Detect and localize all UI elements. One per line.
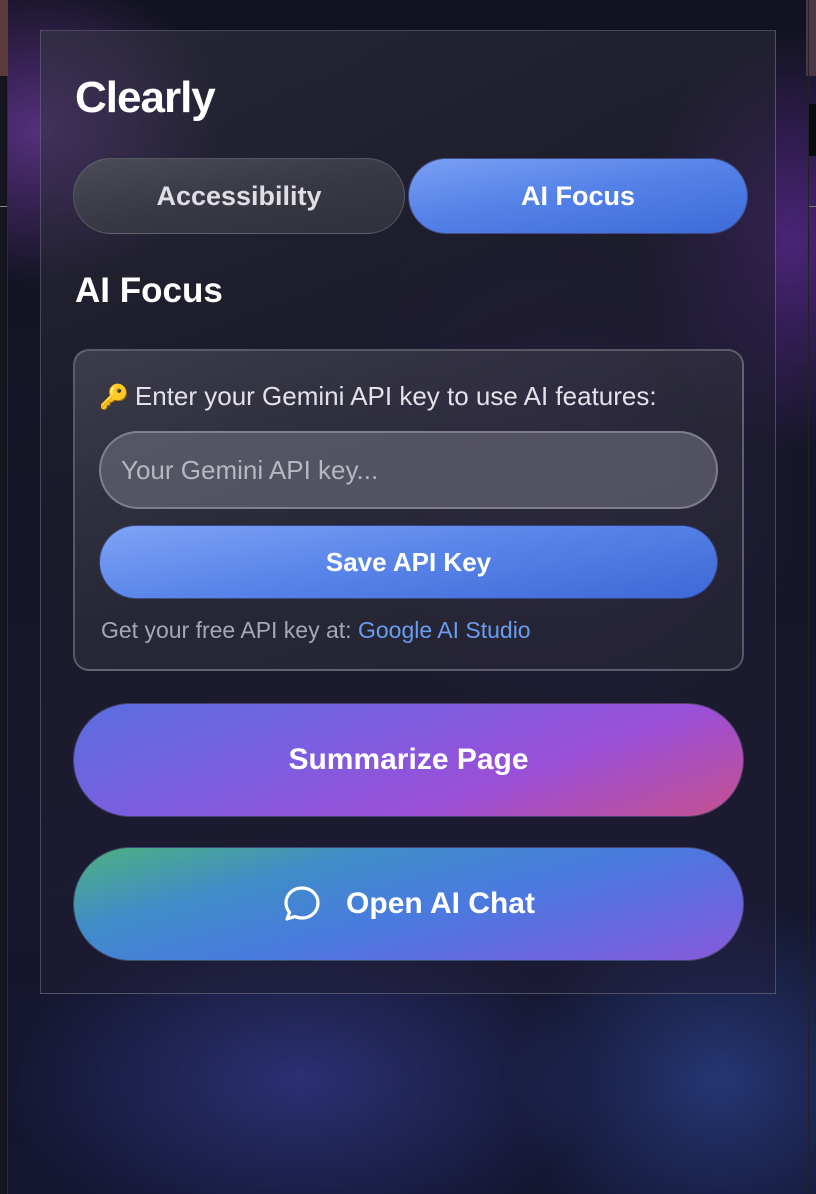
open-ai-chat-label: Open AI Chat — [346, 887, 535, 920]
api-key-prompt: 🔑 Enter your Gemini API key to use AI fea… — [99, 381, 657, 412]
tab-ai-focus[interactable]: AI Focus — [408, 158, 748, 234]
google-ai-studio-link[interactable]: Google AI Studio — [358, 617, 531, 643]
background-window-strip — [0, 0, 8, 76]
open-ai-chat-button[interactable]: Open AI Chat — [73, 847, 744, 961]
extension-popup-panel: Clearly Accessibility AI Focus AI Focus … — [40, 30, 776, 994]
section-title: AI Focus — [75, 271, 223, 310]
chat-bubble-icon — [284, 886, 320, 921]
api-key-help-text: Get your free API key at: — [101, 617, 352, 643]
key-icon: 🔑 — [99, 384, 129, 411]
summarize-page-button[interactable]: Summarize Page — [73, 703, 744, 817]
tab-accessibility[interactable]: Accessibility — [73, 158, 405, 234]
save-api-key-button[interactable]: Save API Key — [99, 525, 718, 599]
api-key-prompt-text: Enter your Gemini API key to use AI feat… — [134, 381, 657, 411]
background-page-edge — [808, 0, 816, 1194]
api-key-input[interactable] — [99, 431, 718, 509]
api-key-help: Get your free API key at: Google AI Stud… — [101, 617, 531, 644]
api-key-card: 🔑 Enter your Gemini API key to use AI fea… — [73, 349, 744, 671]
app-title: Clearly — [75, 73, 216, 122]
background-page-edge — [0, 76, 8, 1194]
